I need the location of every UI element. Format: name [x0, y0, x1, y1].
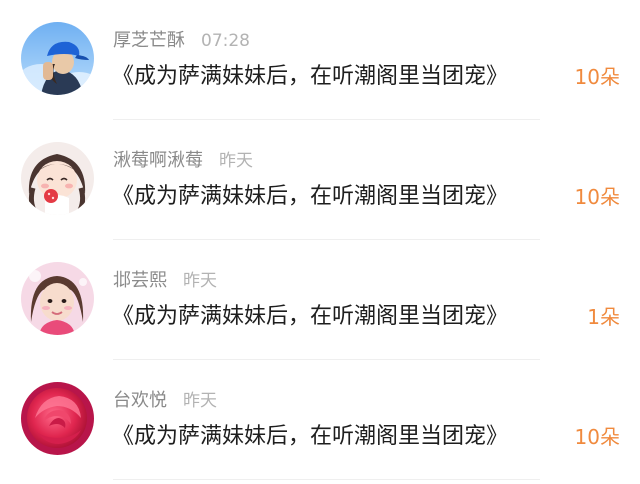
gift-message[interactable]: 《成为萨满妹妹后，在听潮阁里当团宠》	[112, 420, 508, 454]
red-rose-avatar-icon	[21, 382, 94, 455]
flower-count: 10朵	[574, 65, 620, 89]
person-blue-cap-avatar-icon	[21, 22, 94, 95]
avatar[interactable]	[21, 22, 94, 95]
sender-meta: 邶芸熙 昨天	[113, 268, 217, 294]
flower-count: 10朵	[574, 185, 620, 209]
gift-message[interactable]: 《成为萨满妹妹后，在听潮阁里当团宠》	[112, 60, 508, 94]
flower-count: 1朵	[587, 305, 620, 329]
sender-name[interactable]: 湫莓啊湫莓	[113, 150, 203, 171]
sender-name[interactable]: 台欢悦	[113, 390, 167, 411]
timestamp: 昨天	[183, 271, 217, 291]
sender-meta: 厚芝芒酥 07:28	[113, 28, 250, 54]
list-item[interactable]: 邶芸熙 昨天 《成为萨满妹妹后，在听潮阁里当团宠》 1朵	[0, 240, 640, 360]
sender-name[interactable]: 邶芸熙	[113, 270, 167, 291]
gift-message[interactable]: 《成为萨满妹妹后，在听潮阁里当团宠》	[112, 300, 508, 334]
sender-name[interactable]: 厚芝芒酥	[113, 30, 185, 51]
list-item[interactable]: 厚芝芒酥 07:28 《成为萨满妹妹后，在听潮阁里当团宠》 10朵	[0, 0, 640, 120]
cartoon-girl-avatar-icon	[21, 142, 94, 215]
list-item[interactable]: 湫莓啊湫莓 昨天 《成为萨满妹妹后，在听潮阁里当团宠》 10朵	[0, 120, 640, 240]
flower-count: 10朵	[574, 425, 620, 449]
timestamp: 昨天	[219, 151, 253, 171]
list-item[interactable]: 台欢悦 昨天 《成为萨满妹妹后，在听潮阁里当团宠》 10朵	[0, 360, 640, 480]
girl-photo-avatar-icon	[21, 262, 94, 335]
gift-list: 厚芝芒酥 07:28 《成为萨满妹妹后，在听潮阁里当团宠》 10朵 湫莓啊湫莓 …	[0, 0, 640, 484]
divider	[113, 479, 540, 480]
avatar[interactable]	[21, 262, 94, 335]
avatar[interactable]	[21, 142, 94, 215]
timestamp: 昨天	[183, 391, 217, 411]
sender-meta: 台欢悦 昨天	[113, 388, 217, 414]
sender-meta: 湫莓啊湫莓 昨天	[113, 148, 253, 174]
gift-message[interactable]: 《成为萨满妹妹后，在听潮阁里当团宠》	[112, 180, 508, 214]
timestamp: 07:28	[201, 31, 250, 51]
avatar[interactable]	[21, 382, 94, 455]
